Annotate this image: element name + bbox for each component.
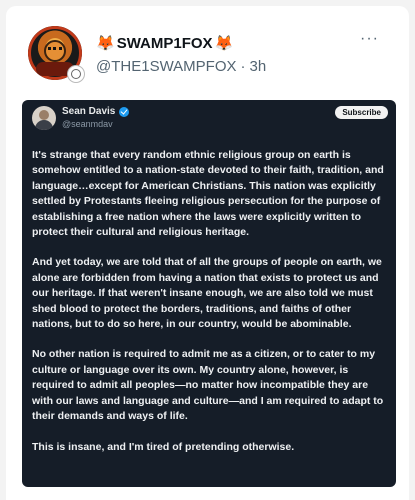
fox-emoji-icon: 🦊 — [96, 35, 115, 52]
fox-emoji-icon: 🦊 — [214, 35, 234, 52]
affiliation-badge-icon — [67, 65, 85, 83]
meta-separator: · — [240, 58, 246, 75]
more-options-icon[interactable]: ··· — [360, 30, 379, 48]
paragraph: It's strange that every random ethnic re… — [32, 149, 384, 239]
display-name-text: SWAMP1FOX — [116, 35, 213, 52]
post-meta: @THE1SWAMPFOX · 3h — [96, 58, 266, 75]
user-handle[interactable]: @THE1SWAMPFOX — [96, 58, 237, 75]
verified-icon — [119, 106, 130, 117]
embedded-avatar — [32, 106, 56, 130]
embedded-screenshot[interactable]: Sean Davis @seanmdav Subscribe It's stra… — [22, 100, 396, 487]
embedded-handle: @seanmdav — [62, 119, 113, 129]
embedded-author: Sean Davis — [62, 106, 130, 117]
embedded-author-name: Sean Davis — [62, 106, 116, 117]
paragraph: This is insane, and I'm tired of pretend… — [32, 440, 295, 453]
paragraph: And yet today, we are told that of all t… — [32, 256, 382, 331]
paragraph: No other nation is required to admit me … — [32, 348, 384, 423]
display-name[interactable]: 🦊 SWAMP1FOX 🦊 — [96, 35, 233, 52]
post-time[interactable]: 3h — [250, 58, 267, 75]
embedded-post-text: It's strange that every random ethnic re… — [32, 148, 388, 470]
subscribe-button: Subscribe — [335, 106, 388, 119]
